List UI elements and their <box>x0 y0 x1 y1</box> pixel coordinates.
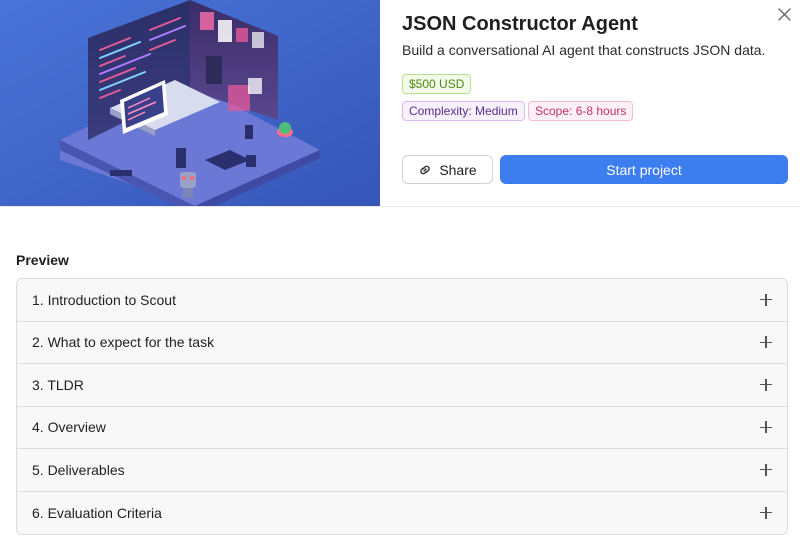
accordion-item-tldr[interactable]: 3. TLDR <box>17 364 787 407</box>
accordion-item-label: 4. Overview <box>32 419 106 436</box>
start-project-label: Start project <box>606 161 682 178</box>
price-badge: $500 USD <box>402 74 472 94</box>
close-button[interactable] <box>774 4 794 24</box>
plus-icon[interactable] <box>760 378 772 391</box>
accordion-item-introduction[interactable]: 1. Introduction to Scout <box>17 279 787 322</box>
scope-badge: Scope: 6-8 hours <box>528 101 634 121</box>
accordion-item-evaluation-criteria[interactable]: 6. Evaluation Criteria <box>17 491 787 534</box>
accordion-item-label: 1. Introduction to Scout <box>32 291 176 308</box>
accordion-item-what-to-expect[interactable]: 2. What to expect for the task <box>17 321 787 364</box>
accordion-item-label: 6. Evaluation Criteria <box>32 504 162 521</box>
accordion-item-overview[interactable]: 4. Overview <box>17 406 787 449</box>
accordion-item-label: 2. What to expect for the task <box>32 334 215 351</box>
plus-icon[interactable] <box>760 421 772 434</box>
preview-accordion: 1. Introduction to Scout 2. What to expe… <box>16 278 788 535</box>
accordion-item-label: 5. Deliverables <box>32 461 125 478</box>
plus-icon[interactable] <box>760 293 772 306</box>
plus-icon[interactable] <box>760 463 772 476</box>
start-project-button[interactable]: Start project <box>500 155 788 184</box>
plus-icon[interactable] <box>760 506 772 519</box>
project-subtitle: Build a conversational AI agent that con… <box>402 42 766 58</box>
complexity-badge: Complexity: Medium <box>402 101 525 121</box>
link-icon <box>420 165 431 174</box>
header-divider <box>0 206 800 207</box>
plus-icon[interactable] <box>760 336 772 349</box>
close-icon <box>777 7 791 21</box>
project-illustration <box>0 0 380 206</box>
accordion-item-label: 3. TLDR <box>32 376 84 393</box>
share-button[interactable]: Share <box>402 155 493 184</box>
accordion-item-deliverables[interactable]: 5. Deliverables <box>17 449 787 492</box>
share-label: Share <box>439 161 477 178</box>
preview-heading: Preview <box>16 252 69 268</box>
project-title: JSON Constructor Agent <box>402 13 638 35</box>
